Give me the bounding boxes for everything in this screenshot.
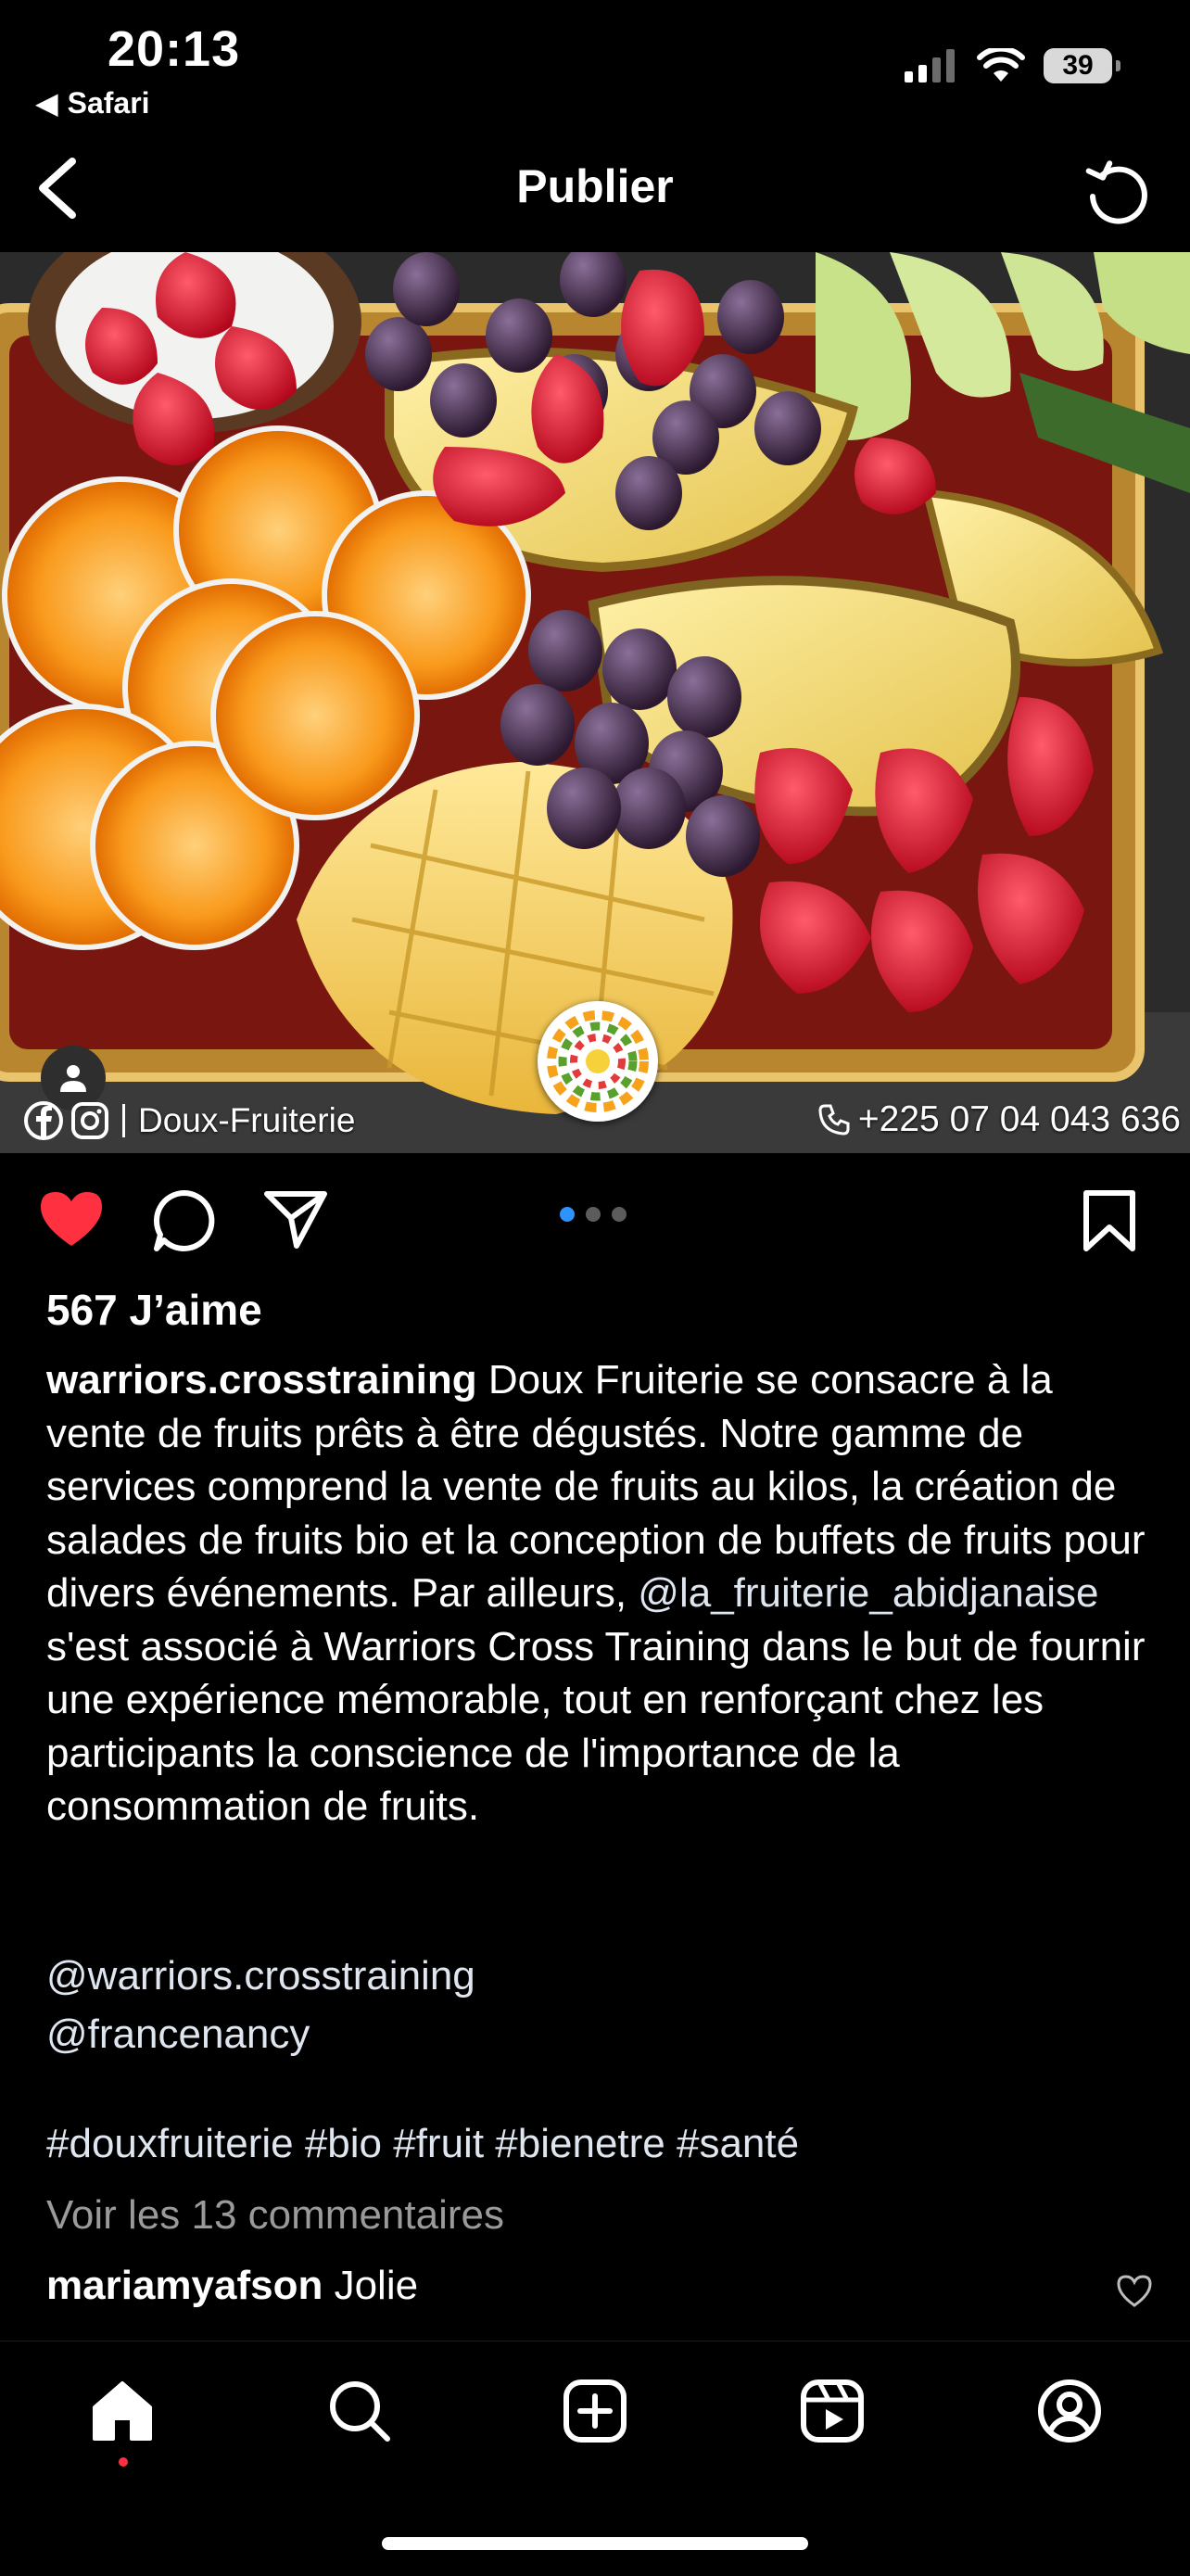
caption-hashtags[interactable]: #douxfruiterie #bio #fruit #bienetre #sa… xyxy=(46,2121,799,2167)
mention-francenancy[interactable]: @francenancy xyxy=(46,2005,475,2063)
instagram-icon xyxy=(71,1102,108,1139)
carousel-indicator xyxy=(560,1207,627,1222)
status-time: 20:13 xyxy=(108,21,241,77)
tab-create[interactable] xyxy=(558,2374,632,2448)
tab-home[interactable] xyxy=(85,2374,159,2448)
comment-like-icon[interactable] xyxy=(1116,2273,1153,2310)
tab-search[interactable] xyxy=(323,2374,397,2448)
carousel-dot xyxy=(612,1207,627,1222)
comment-author[interactable]: mariamyafson xyxy=(46,2263,323,2308)
phone-icon xyxy=(818,1104,850,1136)
image-phone-caption: +225 07 04 043 636 xyxy=(817,1099,1181,1140)
back-app-label: Safari xyxy=(67,85,150,120)
brand-name: Doux-Fruiterie xyxy=(138,1101,356,1139)
like-count[interactable]: 567 J’aime xyxy=(46,1285,262,1335)
reels-icon xyxy=(801,2379,864,2443)
view-comments-link[interactable]: Voir les 13 commentaires xyxy=(46,2192,504,2239)
notification-dot xyxy=(119,2457,128,2467)
paper-plane-icon[interactable] xyxy=(263,1188,328,1250)
page-title: Publier xyxy=(516,160,674,212)
home-icon xyxy=(93,2381,152,2441)
battery-indicator: 39 xyxy=(1044,48,1120,83)
search-icon xyxy=(330,2381,390,2442)
carousel-dot xyxy=(586,1207,601,1222)
mention-warriors[interactable]: @warriors.crosstraining xyxy=(46,1947,475,2005)
refresh-icon[interactable] xyxy=(1082,156,1153,226)
caption-mention[interactable]: @la_fruiterie_abidjanaise xyxy=(638,1570,1098,1616)
bookmark-icon[interactable] xyxy=(1081,1188,1138,1253)
back-to-app-link[interactable]: ◀ Safari xyxy=(35,85,150,121)
person-icon xyxy=(60,1065,86,1092)
wifi-icon xyxy=(977,48,1025,82)
profile-icon xyxy=(1038,2379,1101,2443)
home-indicator[interactable] xyxy=(382,2537,808,2550)
facebook-icon xyxy=(24,1101,63,1140)
back-triangle-icon: ◀ xyxy=(35,86,58,120)
caption-author[interactable]: warriors.crosstraining xyxy=(46,1357,477,1402)
post-caption: warriors.crosstraining Doux Fruiterie se… xyxy=(46,1353,1149,1834)
tab-profile[interactable] xyxy=(1032,2374,1107,2448)
heart-filled-icon[interactable] xyxy=(37,1188,106,1250)
doux-fruiterie-logo xyxy=(538,1001,658,1122)
status-indicators: 39 xyxy=(905,48,1120,83)
add-post-icon xyxy=(563,2379,627,2443)
comment-preview: mariamyafson Jolie xyxy=(46,2263,418,2309)
comment-icon[interactable] xyxy=(152,1188,217,1253)
comment-text: Jolie xyxy=(323,2263,419,2308)
cellular-signal-icon xyxy=(905,49,955,82)
phone-number: +225 07 04 043 636 xyxy=(857,1099,1181,1139)
caption-tags: @warriors.crosstraining @francenancy xyxy=(46,1947,475,2063)
carousel-dot-active xyxy=(560,1207,575,1222)
tab-reels[interactable] xyxy=(795,2374,869,2448)
image-brand-caption: Doux-Fruiterie xyxy=(24,1101,355,1140)
